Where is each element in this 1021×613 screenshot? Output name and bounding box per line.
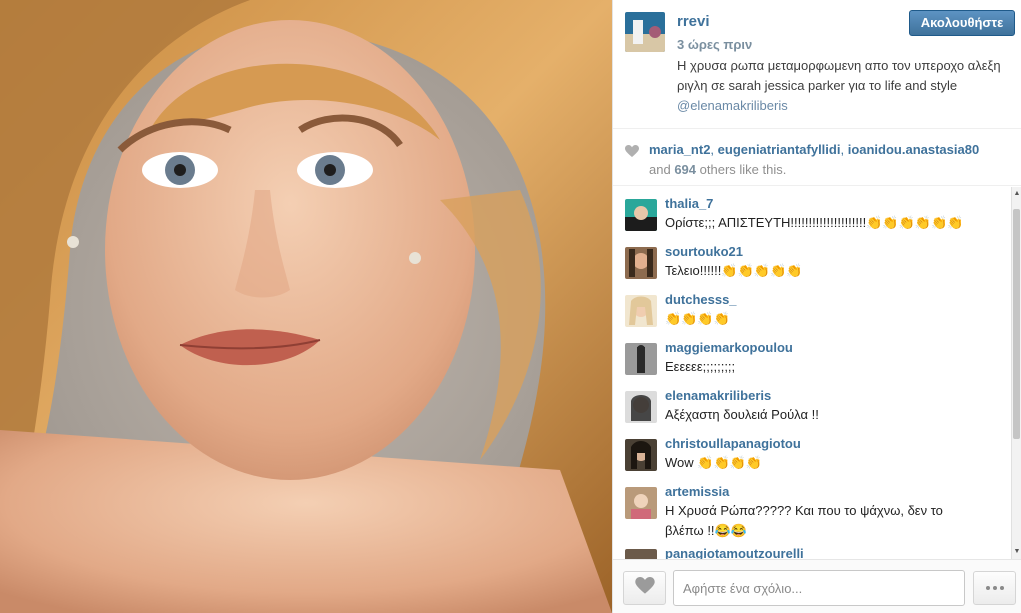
commenter-avatar[interactable] <box>625 487 657 519</box>
comment-item: panagiotamoutzourelli <box>613 537 1012 559</box>
portrait-image <box>0 0 612 613</box>
comment-item: thalia_7 Ορίστε;;; ΑΠΙΣΤΕΥΤΗ!!!!!!!!!!!!… <box>613 187 1012 235</box>
comment-text: Τελειο!!!!!!👏👏👏👏👏 <box>665 263 803 278</box>
commenter-username[interactable]: artemissia <box>665 483 1012 501</box>
post-photo[interactable] <box>0 0 612 613</box>
caption-mention[interactable]: @elenamakriliberis <box>677 98 788 113</box>
comment-item: elenamakriliberis Αξέχαστη δουλειά Ρούλα… <box>613 379 1012 427</box>
comments-scrollbar[interactable]: ▲ ▼ <box>1011 187 1021 559</box>
comment-item: maggiemarkopoulou Εεεεεε;;;;;;;;; <box>613 331 1012 379</box>
post-header: rrevi 3 ώρες πριν Η χρυσα ρωπα μεταμορφω… <box>613 0 1021 129</box>
comment-text: Wow 👏👏👏👏 <box>665 455 763 470</box>
post-viewer: rrevi 3 ώρες πριν Η χρυσα ρωπα μεταμορφω… <box>0 0 1021 613</box>
comment-item: christoullapanagiotou Wow 👏👏👏👏 <box>613 427 1012 475</box>
commenter-username[interactable]: thalia_7 <box>665 195 1012 213</box>
author-username[interactable]: rrevi <box>677 13 710 30</box>
comment-text: Ορίστε;;; ΑΠΙΣΤΕΥΤΗ!!!!!!!!!!!!!!!!!!!!!… <box>665 215 964 230</box>
post-caption: Η χρυσα ρωπα μεταμορφωμενη απο τον υπερο… <box>677 56 1017 116</box>
like-button[interactable] <box>623 571 666 605</box>
comment-text: Εεεεεε;;;;;;;;; <box>665 359 736 374</box>
ellipsis-icon <box>992 586 997 590</box>
commenter-username[interactable]: elenamakriliberis <box>665 387 1012 405</box>
commenter-username[interactable]: dutchesss_ <box>665 291 1012 309</box>
scroll-up-arrow-icon[interactable]: ▲ <box>1013 189 1021 199</box>
ellipsis-icon <box>985 586 990 590</box>
liker-name[interactable]: eugeniatriantafyllidi <box>718 142 841 157</box>
commenter-avatar[interactable] <box>625 439 657 471</box>
comment-footer <box>613 559 1021 613</box>
caption-text: Η χρυσα ρωπα μεταμορφωμενη απο τον υπερο… <box>677 58 1001 93</box>
comment-text: Αξέχαστη δουλειά Ρούλα !! <box>665 407 819 422</box>
liker-name[interactable]: maria_nt2 <box>649 142 710 157</box>
comment-input[interactable] <box>673 570 965 606</box>
likes-count[interactable]: 694 <box>674 162 696 177</box>
ellipsis-icon <box>999 586 1004 590</box>
liker-name[interactable]: ioanidou.anastasia80 <box>848 142 980 157</box>
scroll-thumb[interactable] <box>1013 209 1020 439</box>
commenter-username[interactable]: christoullapanagiotou <box>665 435 1012 453</box>
heart-icon <box>634 576 655 600</box>
heart-icon <box>625 144 639 164</box>
post-timestamp[interactable]: 3 ώρες πριν <box>677 37 752 52</box>
commenter-avatar[interactable] <box>625 549 657 559</box>
more-options-button[interactable] <box>973 571 1016 605</box>
likes-suffix: others like this. <box>699 162 787 177</box>
comments-list: thalia_7 Ορίστε;;; ΑΠΙΣΤΕΥΤΗ!!!!!!!!!!!!… <box>613 187 1012 559</box>
commenter-avatar[interactable] <box>625 343 657 375</box>
likes-summary: maria_nt2, eugeniatriantafyllidi, ioanid… <box>613 129 1021 186</box>
scroll-down-arrow-icon[interactable]: ▼ <box>1013 547 1021 557</box>
commenter-avatar[interactable] <box>625 247 657 279</box>
author-avatar[interactable] <box>625 12 665 52</box>
post-sidebar: rrevi 3 ώρες πριν Η χρυσα ρωπα μεταμορφω… <box>612 0 1021 613</box>
comment-text: Η Χρυσά Ρώπα????? Και που το ψάχνω, δεν … <box>665 503 943 538</box>
comment-item: artemissia Η Χρυσά Ρώπα????? Και που το … <box>613 475 1012 538</box>
comment-text: 👏👏👏👏 <box>665 311 730 326</box>
commenter-username[interactable]: maggiemarkopoulou <box>665 339 1012 357</box>
commenter-username[interactable]: sourtouko21 <box>665 243 1012 261</box>
commenter-username[interactable]: panagiotamoutzourelli <box>665 545 1012 559</box>
commenter-avatar[interactable] <box>625 391 657 423</box>
likes-and: and <box>649 162 671 177</box>
comment-item: sourtouko21 Τελειο!!!!!!👏👏👏👏👏 <box>613 235 1012 283</box>
commenter-avatar[interactable] <box>625 199 657 231</box>
comment-item: dutchesss_ 👏👏👏👏 <box>613 283 1012 331</box>
commenter-avatar[interactable] <box>625 295 657 327</box>
follow-button[interactable]: Ακολουθήστε <box>909 10 1015 36</box>
